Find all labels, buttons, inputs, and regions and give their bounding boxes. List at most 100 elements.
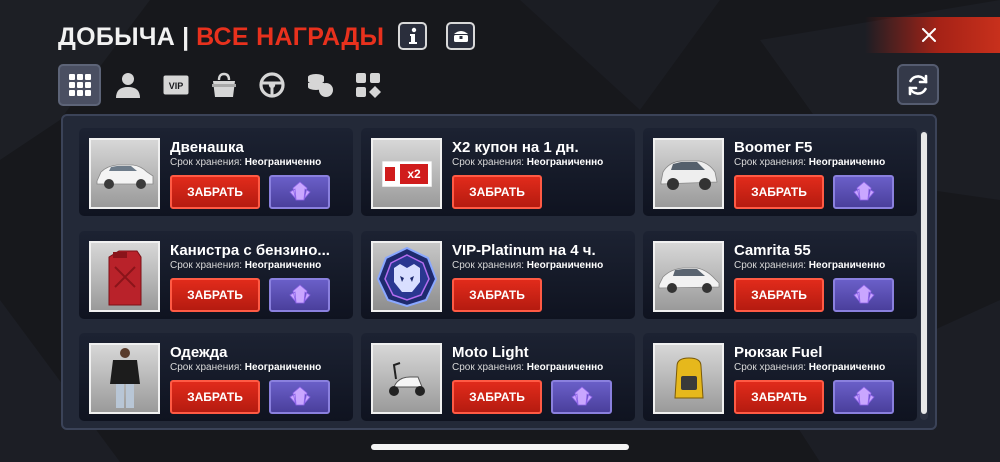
coupon-badge: x2 [407, 167, 421, 181]
scooter-icon [388, 361, 425, 396]
item-name: Одежда [170, 344, 228, 361]
tab-all[interactable] [58, 64, 101, 106]
scrollbar-thumb[interactable] [921, 132, 927, 414]
canister-icon [108, 250, 141, 305]
reward-card: Канистра с бензино... Срок хранения: Нео… [79, 231, 353, 319]
item-image: x2 [371, 138, 442, 209]
claim-button[interactable]: ЗАБРАТЬ [170, 278, 260, 312]
claim-button[interactable]: ЗАБРАТЬ [170, 175, 260, 209]
title-all-rewards: ВСЕ НАГРАДЫ [196, 22, 385, 51]
item-image [371, 241, 442, 312]
crystal-button[interactable] [269, 380, 330, 414]
car-icon [96, 164, 153, 189]
item-name: Camrita 55 [734, 242, 811, 259]
storage-value: Неограниченно [526, 157, 604, 168]
item-name: Двенашка [170, 139, 244, 156]
clothes-icon [109, 347, 140, 408]
claim-button[interactable]: ЗАБРАТЬ [452, 278, 542, 312]
crystal-button[interactable] [833, 278, 894, 312]
tab-other[interactable] [346, 64, 389, 106]
storage-label: Срок хранения: [734, 362, 807, 373]
storage-value: Неограниченно [808, 260, 886, 271]
storage-value: Неограниченно [244, 260, 322, 271]
storage-value: Неограниченно [526, 260, 604, 271]
backpack-icon [673, 356, 704, 398]
claim-button[interactable]: ЗАБРАТЬ [734, 278, 824, 312]
tab-vehicles[interactable] [250, 64, 293, 106]
storage-info: Срок хранения: Неограниченно [170, 260, 321, 271]
item-image [653, 138, 724, 209]
item-image [653, 343, 724, 414]
crystal-button[interactable] [269, 175, 330, 209]
claim-button[interactable]: ЗАБРАТЬ [170, 380, 260, 414]
vip-text: VIP [168, 81, 183, 91]
storage-info: Срок хранения: Неограниченно [452, 260, 603, 271]
category-tabs: VIP [58, 64, 389, 106]
storage-value: Неограниченно [526, 362, 604, 373]
crystal-icon [288, 284, 311, 304]
coins-icon [307, 74, 333, 97]
refresh-button[interactable] [897, 64, 939, 105]
crystal-icon [852, 181, 875, 201]
steering-wheel-icon [258, 72, 285, 98]
claim-button[interactable]: ЗАБРАТЬ [734, 175, 824, 209]
storage-info: Срок хранения: Неограниченно [734, 260, 885, 271]
title-separator: | [182, 22, 190, 51]
crystal-button[interactable] [269, 278, 330, 312]
info-button[interactable] [398, 22, 427, 50]
storage-label: Срок хранения: [170, 157, 243, 168]
item-name: VIP-Platinum на 4 ч. [452, 242, 596, 259]
storage-label: Срок хранения: [170, 362, 243, 373]
page-title: ДОБЫЧА | ВСЕ НАГРАДЫ [58, 20, 384, 54]
item-name: Рюкзак Fuel [734, 344, 823, 361]
vip-badge-icon [376, 246, 437, 307]
close-button[interactable] [865, 17, 1000, 53]
crystal-icon [288, 181, 311, 201]
crystal-button[interactable] [551, 380, 612, 414]
tab-vip[interactable]: VIP [154, 64, 197, 106]
storage-info: Срок хранения: Неограниченно [170, 157, 321, 168]
storage-label: Срок хранения: [452, 362, 525, 373]
info-icon [408, 27, 417, 44]
close-icon [922, 28, 936, 42]
storage-info: Срок хранения: Неограниченно [734, 362, 885, 373]
storage-info: Срок хранения: Неограниченно [734, 157, 885, 168]
crystal-button[interactable] [833, 380, 894, 414]
reward-card: Рюкзак Fuel Срок хранения: Неограниченно… [643, 333, 917, 421]
storage-value: Неограниченно [808, 157, 886, 168]
item-image [89, 138, 160, 209]
claim-button[interactable]: ЗАБРАТЬ [452, 380, 542, 414]
storage-value: Неограниченно [244, 362, 322, 373]
storage-label: Срок хранения: [734, 157, 807, 168]
crystal-icon [852, 284, 875, 304]
home-indicator[interactable] [371, 444, 629, 450]
reward-card: Moto Light Срок хранения: Неограниченно … [361, 333, 635, 421]
chest-button[interactable] [446, 22, 475, 50]
item-name: Boomer F5 [734, 139, 813, 156]
person-icon [115, 73, 140, 98]
tab-currency[interactable] [298, 64, 341, 106]
storage-label: Срок хранения: [452, 157, 525, 168]
item-image [89, 343, 160, 414]
claim-button[interactable]: ЗАБРАТЬ [452, 175, 542, 209]
item-name: X2 купон на 1 дн. [452, 139, 579, 156]
reward-card: x2 X2 купон на 1 дн. Срок хранения: Неог… [361, 128, 635, 216]
claim-button[interactable]: ЗАБРАТЬ [734, 380, 824, 414]
storage-label: Срок хранения: [170, 260, 243, 271]
crystal-button[interactable] [833, 175, 894, 209]
reward-card: Boomer F5 Срок хранения: Неограниченно З… [643, 128, 917, 216]
vip-icon: VIP [163, 75, 188, 95]
storage-info: Срок хранения: Неограниченно [452, 157, 603, 168]
storage-value: Неограниченно [808, 362, 886, 373]
coupon-icon: x2 [381, 160, 432, 187]
reward-card: Одежда Срок хранения: Неограниченно ЗАБР… [79, 333, 353, 421]
item-name: Moto Light [452, 344, 529, 361]
item-name: Канистра с бензино... [170, 242, 330, 259]
reward-card: Camrita 55 Срок хранения: Неограниченно … [643, 231, 917, 319]
reward-card: Двенашка Срок хранения: Неограниченно ЗА… [79, 128, 353, 216]
tab-skins[interactable] [106, 64, 149, 106]
crystal-icon [570, 386, 593, 406]
reward-card: VIP-Platinum на 4 ч. Срок хранения: Неог… [361, 231, 635, 319]
tab-accessories[interactable] [202, 64, 245, 106]
chest-icon [453, 31, 468, 42]
